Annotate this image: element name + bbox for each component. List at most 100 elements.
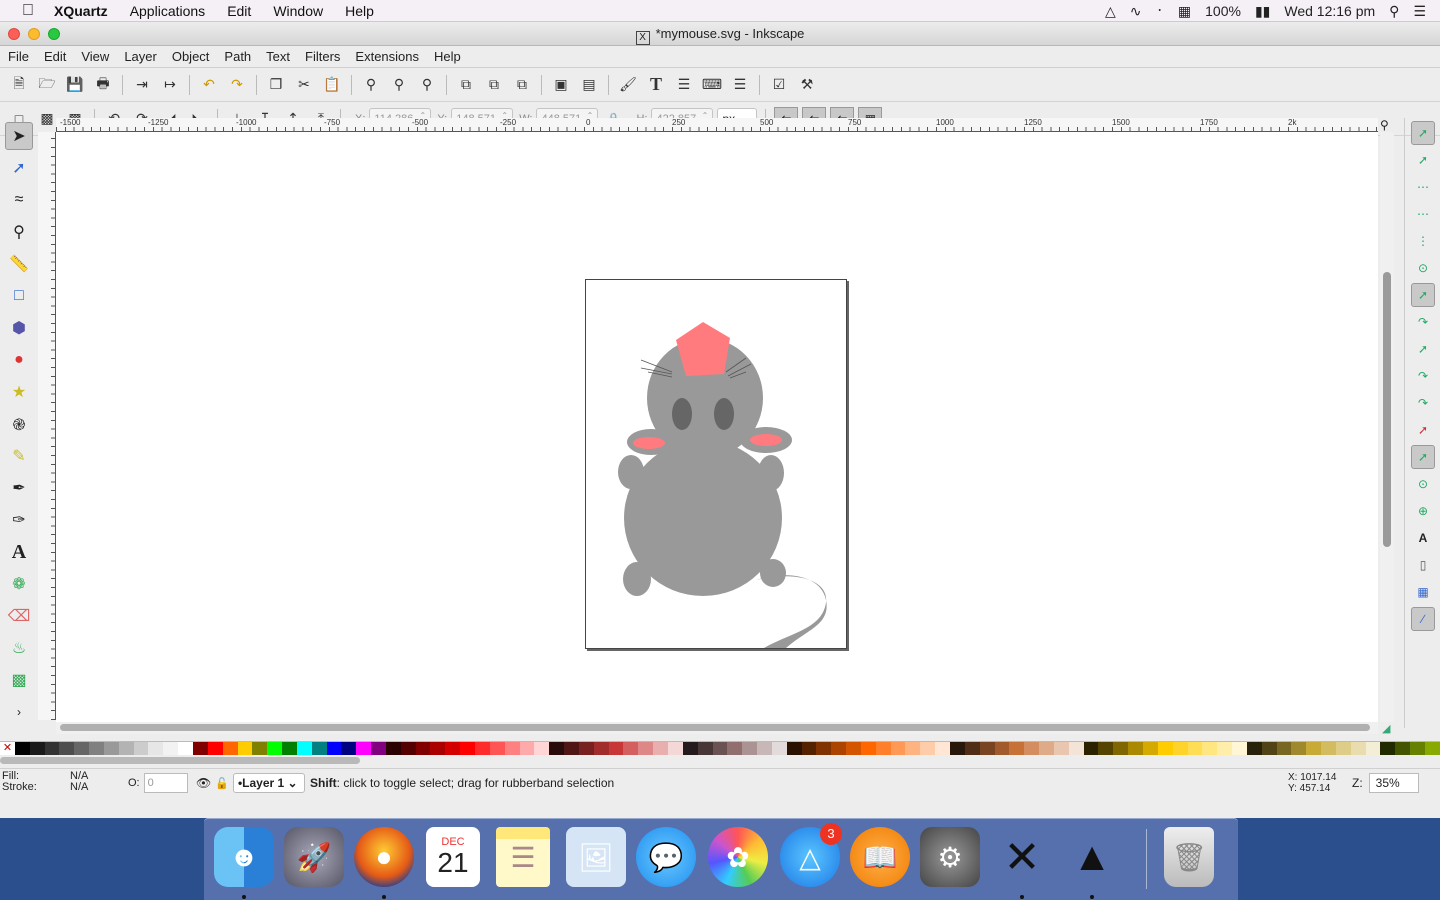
clock[interactable]: Wed 12:16 pm — [1284, 3, 1375, 19]
horizontal-scrollbar[interactable] — [56, 722, 1378, 734]
new-document-icon[interactable]: 🗎 — [8, 74, 30, 96]
color-swatch[interactable] — [697, 742, 713, 755]
snap-grids-icon[interactable]: ▦ — [1411, 580, 1435, 604]
snap-text-baseline-icon[interactable]: A — [1411, 526, 1435, 550]
spiral-tool-icon[interactable]: ֎ — [5, 410, 33, 438]
fill-stroke-indicator[interactable]: Fill: N/A Stroke: N/A — [2, 771, 138, 793]
zoom-drawing-icon[interactable]: ⚲ — [388, 74, 410, 96]
color-swatch[interactable] — [757, 742, 772, 755]
snap-bbox-center-icon[interactable]: ⊙ — [1411, 256, 1435, 280]
color-swatch[interactable] — [1335, 742, 1351, 755]
color-swatch[interactable] — [489, 742, 505, 755]
inkscape-app-icon[interactable]: ▲ — [1062, 827, 1122, 887]
snap-object-center-icon[interactable]: ⊙ — [1411, 472, 1435, 496]
mouse-left-foot[interactable] — [623, 562, 651, 596]
color-swatch[interactable] — [1172, 742, 1188, 755]
menu-layer[interactable]: Layer — [124, 49, 157, 64]
snap-smooth-nodes-icon[interactable]: ↷ — [1411, 391, 1435, 415]
color-swatch[interactable] — [638, 742, 654, 755]
color-swatch[interactable] — [29, 742, 45, 755]
color-swatch[interactable] — [178, 742, 193, 755]
ellipse-tool-icon[interactable]: ● — [5, 346, 33, 374]
unlink-clone-icon[interactable]: ⧉ — [511, 74, 533, 96]
app-store-icon[interactable]: △ 3 — [780, 823, 842, 887]
menu-extensions[interactable]: Extensions — [355, 49, 419, 64]
tweak-tool-icon[interactable]: ≈ — [5, 186, 33, 214]
snap-bbox-icon[interactable]: ➚ — [1411, 148, 1435, 172]
zoom-tool-icon[interactable]: ⚲ — [5, 218, 33, 246]
menu-object[interactable]: Object — [172, 49, 210, 64]
snap-nodes-icon[interactable]: ➚ — [1411, 283, 1435, 307]
color-swatch[interactable] — [1187, 742, 1203, 755]
color-swatch[interactable] — [118, 742, 134, 755]
color-swatch[interactable] — [475, 742, 490, 755]
select-all-layers-icon[interactable]: ▩ — [36, 108, 58, 130]
snap-bbox-edge-icon[interactable]: ⋯ — [1411, 175, 1435, 199]
drawing-canvas[interactable] — [56, 132, 1378, 722]
mouse-right-cheek[interactable] — [750, 434, 782, 446]
color-swatch[interactable] — [311, 742, 327, 755]
spray-tool-icon[interactable]: ❁ — [5, 570, 33, 598]
color-swatch[interactable] — [890, 742, 906, 755]
color-swatch[interactable] — [14, 742, 30, 755]
color-swatch[interactable] — [935, 742, 950, 755]
clone-icon[interactable]: ⧉ — [483, 74, 505, 96]
color-swatch[interactable] — [430, 742, 446, 755]
color-swatch[interactable] — [504, 742, 520, 755]
save-icon[interactable]: 💾 — [64, 74, 86, 96]
color-swatch[interactable] — [771, 742, 787, 755]
snap-guides-icon[interactable]: ∕ — [1411, 607, 1435, 631]
color-swatch[interactable] — [564, 742, 579, 755]
color-swatch[interactable] — [1039, 742, 1054, 755]
color-swatch[interactable] — [1068, 742, 1084, 755]
close-window-button[interactable] — [8, 28, 20, 40]
color-swatch[interactable] — [682, 742, 698, 755]
color-swatch[interactable] — [237, 742, 253, 755]
select-tool-icon[interactable]: ➤ — [5, 122, 33, 150]
color-swatch[interactable] — [1202, 742, 1218, 755]
snap-bbox-corner-icon[interactable]: ⋯ — [1411, 202, 1435, 226]
star-tool-icon[interactable]: ★ — [5, 378, 33, 406]
color-swatch[interactable] — [252, 742, 268, 755]
color-swatch[interactable] — [519, 742, 535, 755]
zoom-page-icon[interactable]: ⚲ — [416, 74, 438, 96]
group-icon[interactable]: ▣ — [550, 74, 572, 96]
adobe-icon[interactable]: △ — [1105, 3, 1116, 20]
open-icon[interactable]: 🗁 — [36, 74, 58, 96]
text-tool-icon[interactable]: A — [5, 538, 33, 566]
color-swatch[interactable] — [356, 742, 372, 755]
pencil-tool-icon[interactable]: ✎ — [5, 442, 33, 470]
system-preferences-icon[interactable]: ⚙ — [920, 827, 980, 887]
gradient-tool-icon[interactable]: ▩ — [5, 666, 33, 694]
undo-icon[interactable]: ↶ — [198, 74, 220, 96]
x11-app-icon[interactable]: ✕ — [992, 827, 1052, 887]
mouse-drawing[interactable] — [586, 280, 848, 650]
color-swatch[interactable] — [148, 742, 164, 755]
color-swatch[interactable] — [267, 742, 283, 755]
color-swatch[interactable] — [1157, 742, 1173, 755]
color-swatch[interactable] — [1306, 742, 1322, 755]
menu-filters[interactable]: Filters — [305, 49, 340, 64]
color-swatch[interactable] — [1217, 742, 1233, 755]
3d-box-tool-icon[interactable]: ⬢ — [5, 314, 33, 342]
measure-tool-icon[interactable]: 📏 — [5, 250, 33, 278]
color-swatch[interactable] — [712, 742, 728, 755]
finder-icon[interactable]: ☻ — [214, 827, 274, 887]
color-swatch[interactable] — [400, 742, 416, 755]
mouse-left-eye[interactable] — [672, 398, 692, 430]
menu-edit[interactable]: Edit — [44, 49, 66, 64]
color-swatch[interactable] — [964, 742, 980, 755]
color-swatch[interactable] — [831, 742, 847, 755]
color-swatch[interactable] — [89, 742, 104, 755]
menu-text[interactable]: Text — [266, 49, 290, 64]
color-swatch[interactable] — [801, 742, 817, 755]
trash-icon[interactable]: 🗑 — [1164, 827, 1214, 887]
color-swatch[interactable] — [846, 742, 861, 755]
color-swatch[interactable] — [1246, 742, 1262, 755]
apple-menu-icon[interactable]:  — [18, 2, 38, 20]
mouse-left-cheek[interactable] — [633, 437, 665, 449]
firefox-icon[interactable]: ● — [354, 827, 414, 887]
color-swatch[interactable] — [1395, 742, 1411, 755]
color-swatch[interactable] — [1113, 742, 1129, 755]
color-swatch[interactable] — [282, 742, 297, 755]
